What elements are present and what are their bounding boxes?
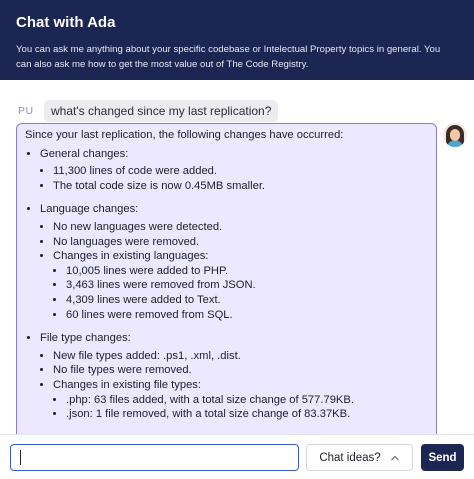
header-title: Chat with Ada [16,14,116,31]
chevron-up-icon [390,455,399,460]
list-item: General changes: 11,300 lines of code we… [40,147,428,194]
list-item: The total code size is now 0.45MB smalle… [53,179,428,194]
section-title: File type changes: [40,332,131,345]
section-title: General changes: [40,147,129,160]
list-item: Changes in existing file types: .php: 63… [53,378,428,422]
subsection-title: Changes in existing file types: [53,378,202,391]
list-item: New file types added: .ps1, .xml, .dist. [53,349,428,364]
send-button[interactable]: Send [421,444,464,471]
assistant-message: Since your last replication, the followi… [16,123,437,434]
list-item: 60 lines were removed from SQL. [66,308,428,323]
list-item: 10,005 lines were added to PHP. [66,264,428,279]
chat-messages[interactable]: PU what's changed since my last replicat… [0,80,474,434]
subsection-title: Changes in existing languages: [53,250,209,263]
chat-ideas-label: Chat ideas? [319,451,381,464]
list-item: No languages were removed. [53,235,428,250]
list-item: No new languages were detected. [53,220,428,235]
list-item: .php: 63 files added, with a total size … [66,393,428,408]
chat-footer: Chat ideas? Send [0,434,474,479]
chat-ideas-button[interactable]: Chat ideas? [306,444,413,471]
chat-header: Chat with Ada You can ask me anything ab… [0,0,474,80]
assistant-intro: Since your last replication, the followi… [25,129,344,141]
user-message-row: PU what's changed since my last replicat… [18,100,279,122]
header-description: You can ask me anything about your speci… [16,44,441,70]
list-item: No file types were removed. [53,363,428,378]
list-item: Changes in existing languages: 10,005 li… [53,249,428,322]
section-title: Language changes: [40,203,139,216]
list-item: 3,463 lines were removed from JSON. [66,278,428,293]
list-item: .json: 1 file removed, with a total size… [66,407,428,422]
ada-avatar-icon [443,123,467,147]
changes-list: General changes: 11,300 lines of code we… [40,147,428,422]
chat-input[interactable] [10,444,299,471]
list-item: 4,309 lines were added to Text. [66,293,428,308]
text-caret [20,450,21,465]
list-item: Language changes: No new languages were … [40,202,428,322]
user-avatar: PU [18,105,34,117]
list-item: 11,300 lines of code were added. [53,164,428,179]
list-item: File type changes: New file types added:… [40,331,428,422]
user-message: what's changed since my last replication… [44,100,279,122]
